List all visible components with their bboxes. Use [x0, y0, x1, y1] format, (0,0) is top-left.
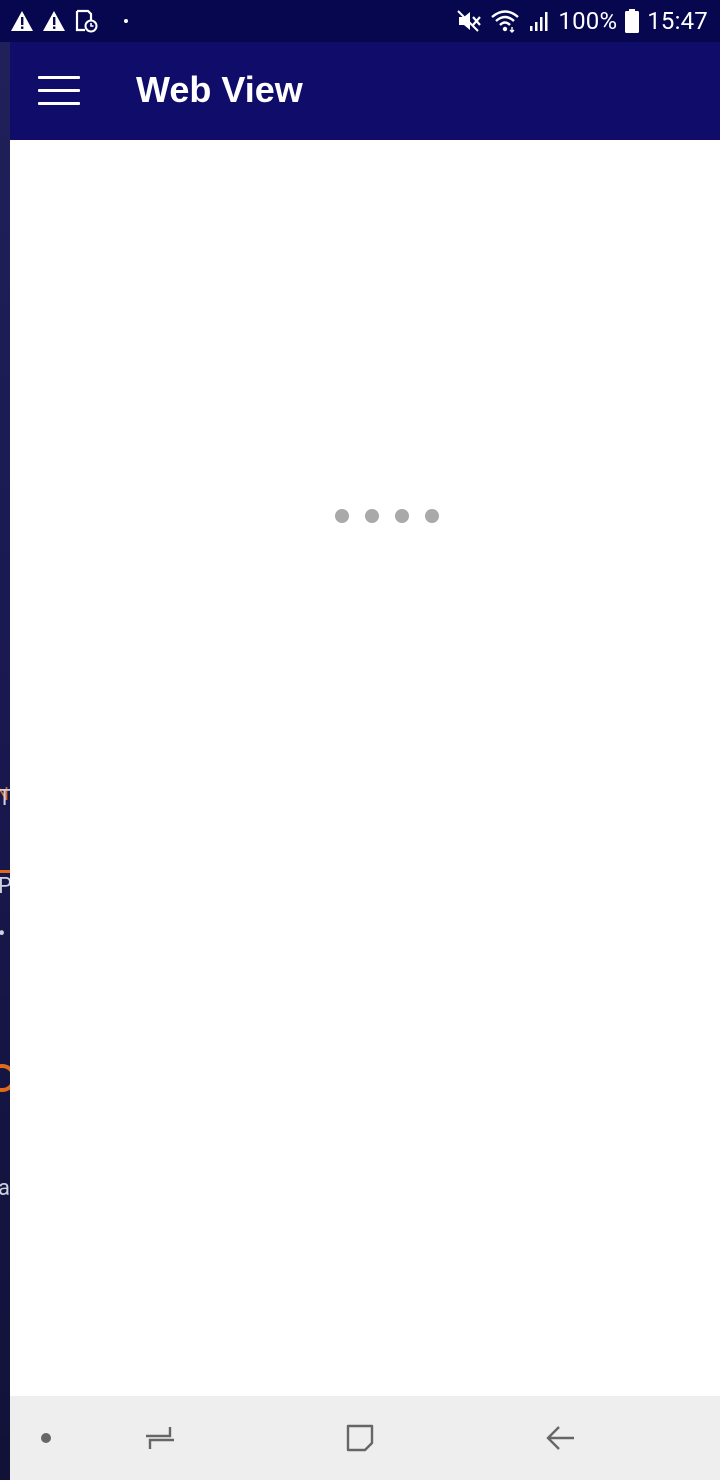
mute-vibrate-icon: [457, 10, 482, 32]
hamburger-menu-icon[interactable]: [38, 76, 80, 106]
page-title: Web View: [136, 69, 303, 110]
battery-icon: [625, 9, 640, 33]
underlying-screen-edge: N T P • a: [0, 42, 10, 1480]
clock: 15:47: [647, 7, 708, 35]
underlying-white-glyph: a: [0, 1176, 10, 1201]
warning-icon: [11, 11, 33, 31]
back-icon[interactable]: [530, 1396, 590, 1480]
navigation-bar: [10, 1396, 720, 1480]
app-bar: Web View: [10, 42, 720, 140]
home-icon[interactable]: [330, 1396, 390, 1480]
status-right-icons: 100% 15:47: [456, 0, 708, 42]
wifi-icon: [491, 10, 520, 33]
recent-apps-icon[interactable]: [130, 1396, 190, 1480]
loading-dot: [425, 509, 439, 523]
nav-dot-indicator[interactable]: [30, 1396, 62, 1480]
status-bar: 100% 15:47: [0, 0, 720, 42]
underlying-orange-ring-icon: [0, 1064, 10, 1092]
status-left-icons: [10, 0, 128, 42]
loading-dot: [395, 509, 409, 523]
underlying-white-glyph: T: [0, 786, 10, 811]
warning-icon: [43, 11, 65, 31]
signal-icon: [530, 12, 548, 31]
battery-percent: 100%: [558, 7, 618, 35]
screenshot-icon: [75, 9, 98, 33]
underlying-white-glyph: P: [0, 874, 10, 899]
loading-dot: [335, 509, 349, 523]
loading-dot: [365, 509, 379, 523]
underlying-orange-underline: [0, 870, 10, 873]
notification-dot: [124, 19, 128, 23]
web-view-content[interactable]: [10, 140, 720, 1396]
loading-indicator: [335, 509, 439, 523]
underlying-white-glyph: •: [0, 922, 5, 947]
